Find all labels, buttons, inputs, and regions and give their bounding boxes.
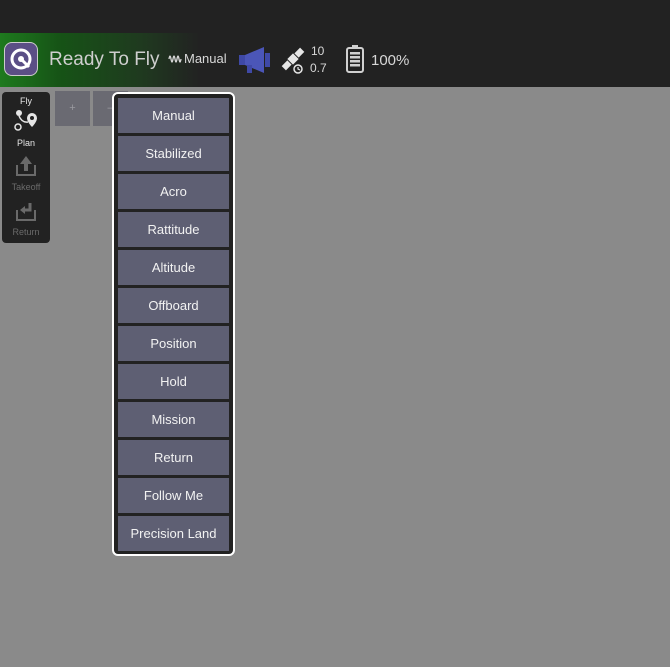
flight-mode-menu: Manual Stabilized Acro Rattitude Altitud… [112, 92, 235, 556]
takeoff-icon [16, 156, 36, 176]
mode-item-mission[interactable]: Mission [118, 402, 229, 437]
takeoff-label: Takeoff [11, 182, 41, 192]
battery-icon[interactable] [346, 45, 364, 73]
battery-percent: 100% [371, 52, 410, 69]
mode-item-stabilized[interactable]: Stabilized [118, 136, 229, 171]
plan-icon[interactable] [14, 109, 38, 131]
mode-item-precision-land[interactable]: Precision Land [118, 516, 229, 551]
window-top-strip [0, 0, 670, 33]
qgc-logo-icon [10, 48, 32, 70]
mode-item-acro[interactable]: Acro [118, 174, 229, 209]
mode-item-return[interactable]: Return [118, 440, 229, 475]
mode-item-manual[interactable]: Manual [118, 98, 229, 133]
fly-label[interactable]: Fly [2, 96, 50, 106]
flight-mode-selector[interactable]: Manual [184, 51, 227, 66]
vehicle-status-text[interactable]: Ready To Fly [49, 49, 160, 71]
satellite-icon[interactable] [278, 45, 308, 75]
mode-item-hold[interactable]: Hold [118, 364, 229, 399]
gps-satellite-count: 10 [311, 44, 325, 58]
mode-item-position[interactable]: Position [118, 326, 229, 361]
gps-hdop-value: 0.7 [310, 61, 327, 75]
megaphone-icon[interactable] [238, 45, 272, 75]
qgc-logo-button[interactable] [4, 42, 38, 76]
plan-label[interactable]: Plan [2, 138, 50, 148]
return-icon [16, 203, 36, 221]
mode-item-rattitude[interactable]: Rattitude [118, 212, 229, 247]
zoom-in-button[interactable]: + [55, 91, 90, 126]
mode-item-altitude[interactable]: Altitude [118, 250, 229, 285]
main-toolbar: Ready To Fly Manual 10 0.7 100% [0, 33, 670, 87]
return-label: Return [12, 227, 40, 237]
plan-tools-panel: Fly Plan Takeoff Return [2, 92, 50, 243]
flight-mode-icon [168, 55, 182, 63]
mode-item-follow-me[interactable]: Follow Me [118, 478, 229, 513]
mode-item-offboard[interactable]: Offboard [118, 288, 229, 323]
